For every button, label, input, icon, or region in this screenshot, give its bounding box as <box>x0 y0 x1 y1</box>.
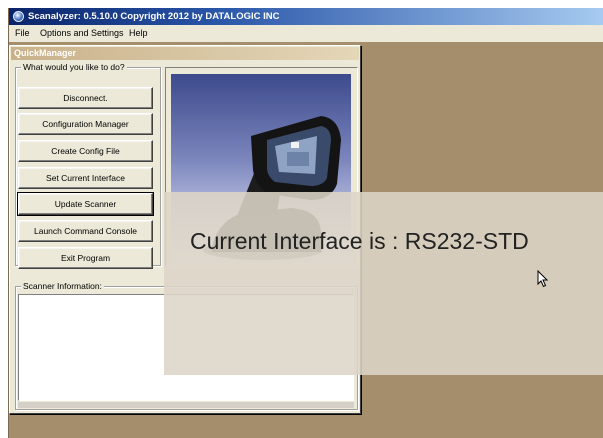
menu-options-and-settings[interactable]: Options and Settings <box>40 25 124 42</box>
create-config-file-button[interactable]: Create Config File <box>18 140 153 162</box>
title-bar[interactable]: Scanalyzer: 0.5.10.0 Copyright 2012 by D… <box>9 8 603 25</box>
menu-bar: File Options and Settings Help <box>9 25 603 42</box>
quickmanager-title: QuickManager <box>11 47 359 60</box>
scanalyzer-app-icon[interactable] <box>13 11 24 22</box>
configuration-manager-button[interactable]: Configuration Manager <box>18 113 153 135</box>
scanner-information-label: Scanner Information: <box>21 281 104 292</box>
launch-command-console-button[interactable]: Launch Command Console <box>18 220 153 242</box>
current-interface-message: Current Interface is : RS232-STD <box>190 228 529 254</box>
update-scanner-button[interactable]: Update Scanner <box>17 192 154 216</box>
disconnect-button[interactable]: Disconnect. <box>18 87 153 109</box>
window-title: Scanalyzer: 0.5.10.0 Copyright 2012 by D… <box>28 11 280 22</box>
menu-file[interactable]: File <box>15 25 30 42</box>
mouse-cursor-icon <box>537 270 549 288</box>
set-current-interface-button[interactable]: Set Current Interface <box>18 167 153 189</box>
exit-program-button[interactable]: Exit Program <box>18 247 153 269</box>
actions-group-label: What would you like to do? <box>21 62 127 73</box>
info-scrollbar[interactable] <box>18 402 354 408</box>
menu-help[interactable]: Help <box>129 25 148 42</box>
